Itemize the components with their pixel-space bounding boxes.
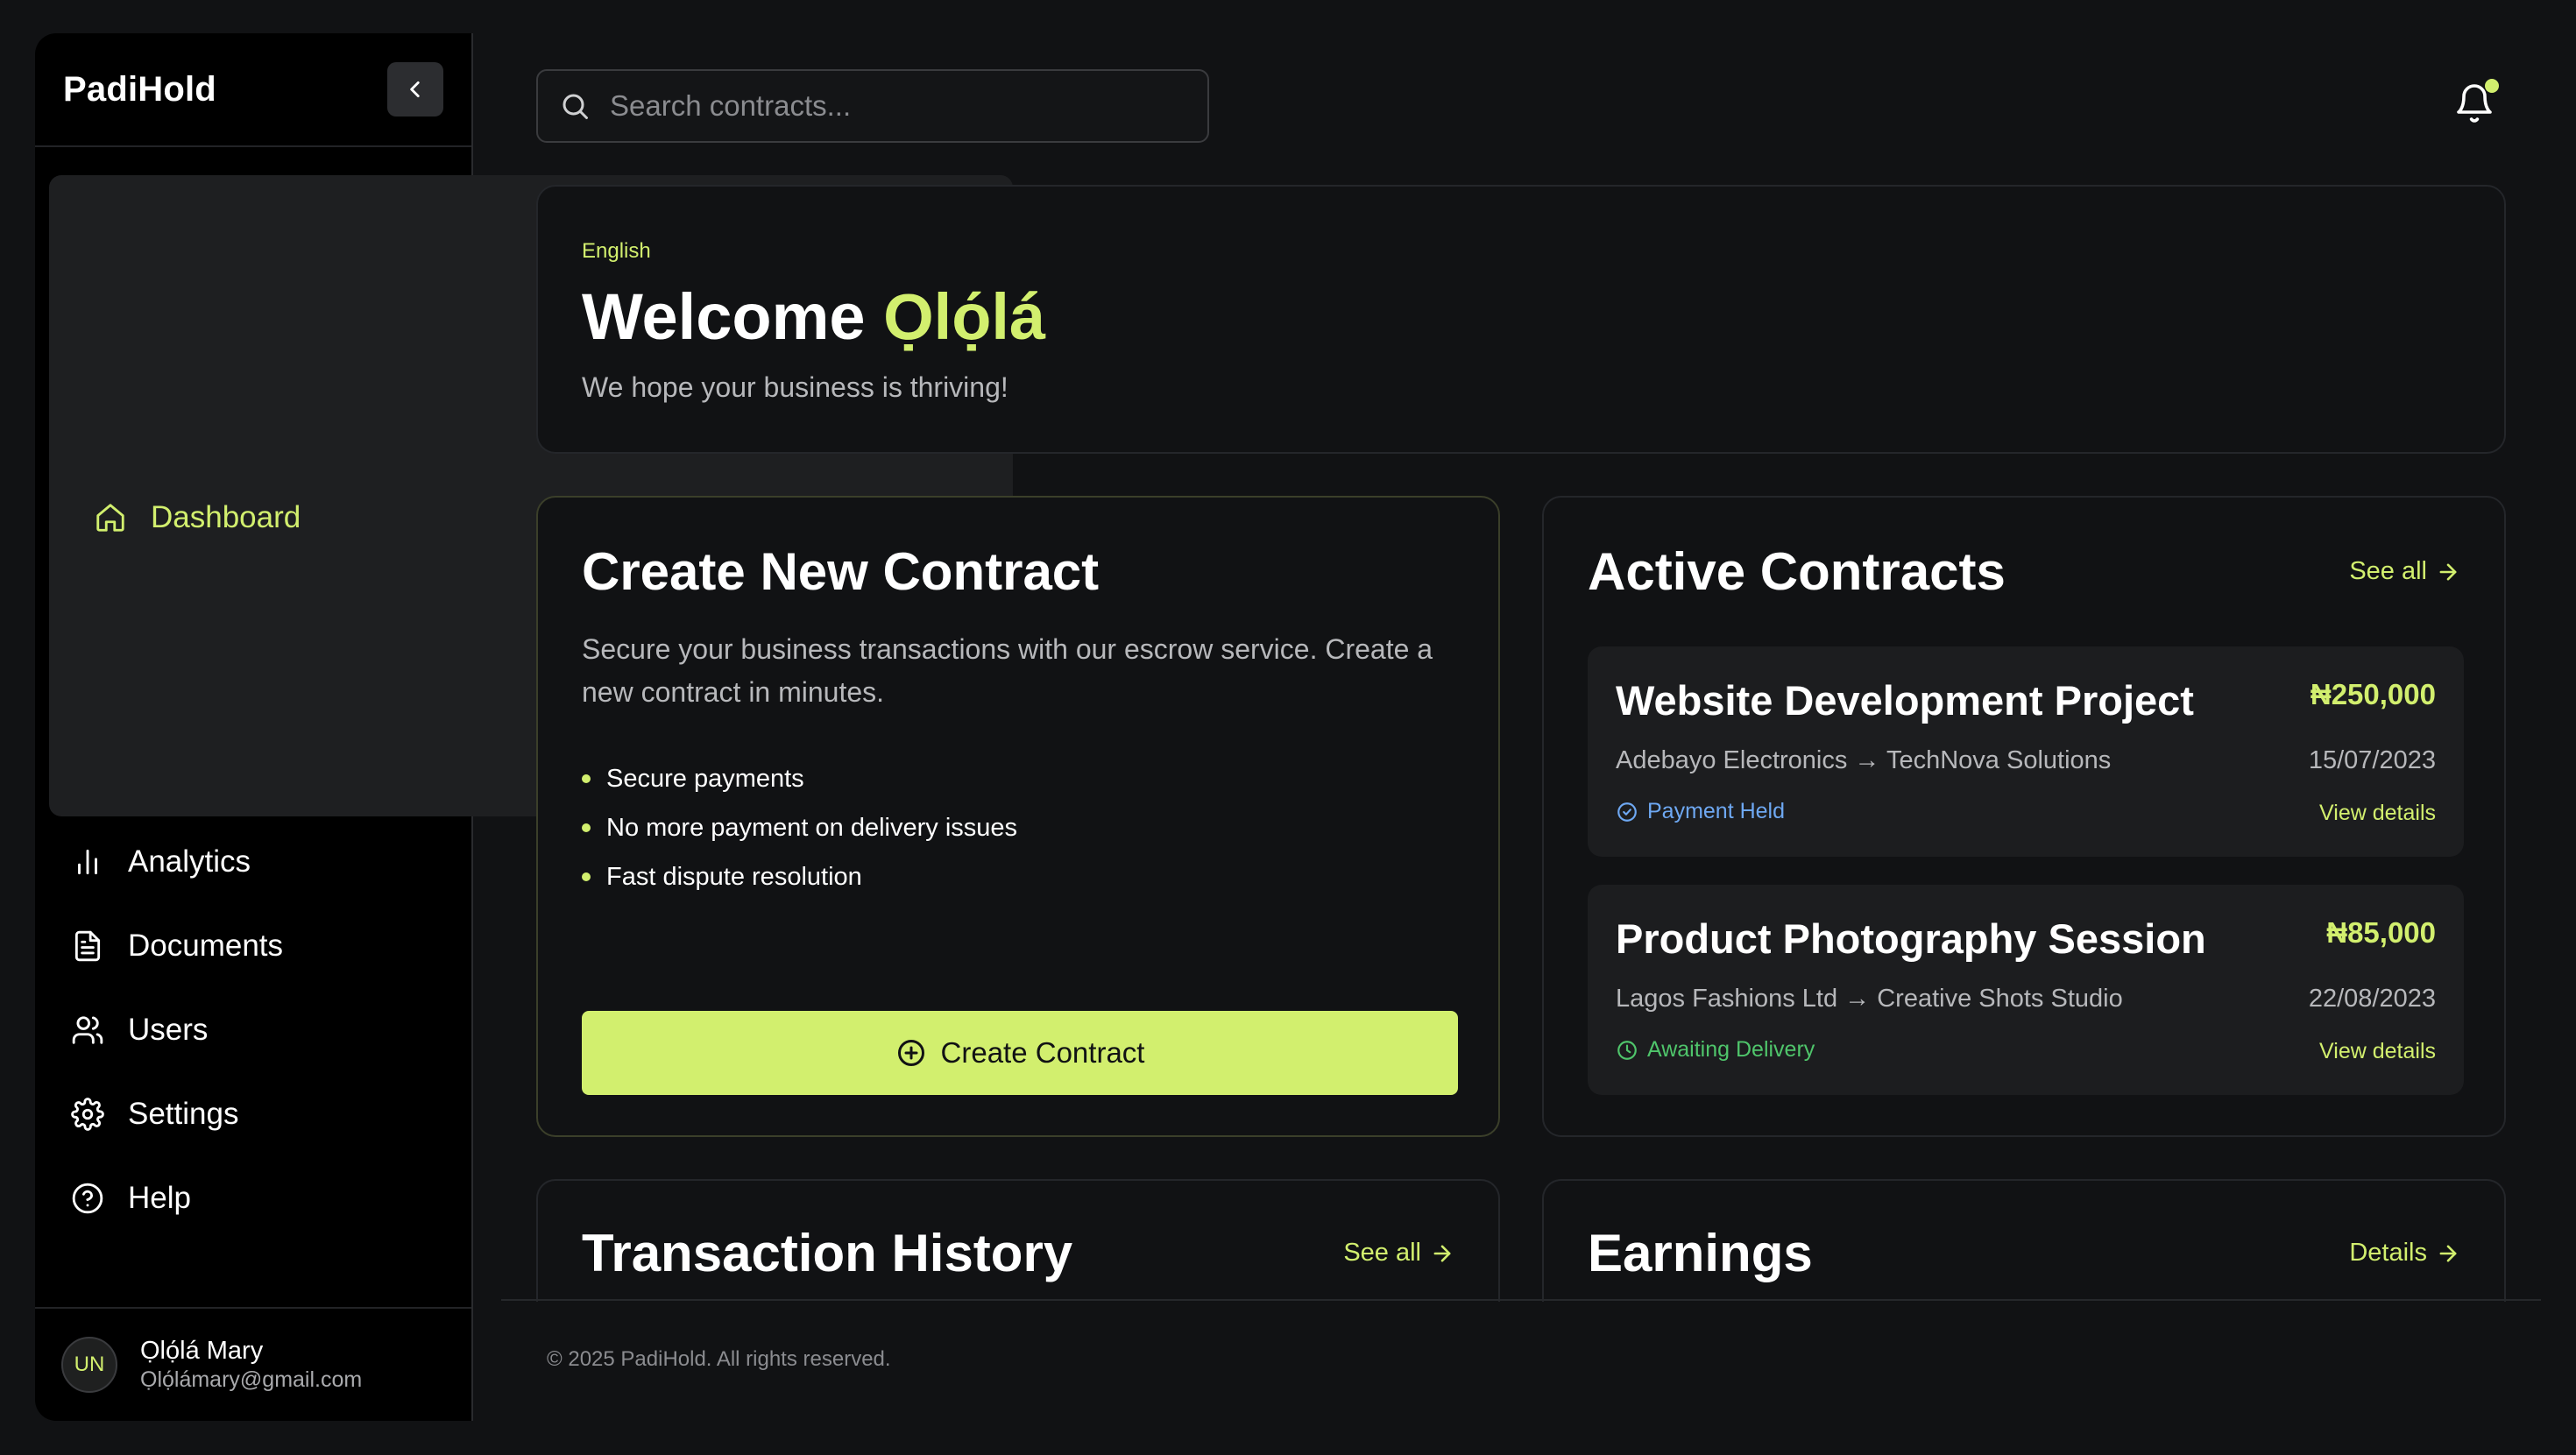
list-item: Fast dispute resolution [582,852,1454,901]
gear-icon [70,1097,105,1132]
create-contract-title: Create New Contract [582,542,1100,601]
view-details-link[interactable]: View details [2319,801,2436,826]
contract-amount: ₦250,000 [2310,678,2436,710]
feature-text: Secure payments [606,764,804,793]
active-contracts-card: Active Contracts See all Website Develop… [1542,496,2506,1137]
arrow-right-icon [2439,1245,2457,1261]
earnings-card: Earnings Details [1542,1179,2506,1302]
users-icon [70,1013,105,1048]
see-all-label: See all [2349,557,2427,585]
sidebar-item-analytics[interactable]: Analytics [49,823,457,901]
bullet-dot [582,872,591,881]
sidebar-item-settings[interactable]: Settings [49,1076,457,1153]
create-contract-card: Create New Contract Secure your business… [536,496,1500,1137]
contract-date: 22/08/2023 [2308,985,2436,1013]
collapse-sidebar-button[interactable] [387,62,443,117]
details-label: Details [2349,1239,2427,1267]
bullet-dot [582,823,591,832]
sidebar-item-label: Help [128,1181,191,1215]
sidebar-item-label: Analytics [128,844,251,879]
notifications-button[interactable] [2453,79,2499,128]
earnings-title: Earnings [1588,1224,1813,1282]
avatar: UN [61,1337,117,1393]
status-badge: Payment Held [1616,799,1785,824]
active-contracts-title: Active Contracts [1588,542,2006,601]
see-all-contracts-link[interactable]: See all [2349,557,2460,586]
search-icon [563,94,588,119]
welcome-card: English Welcome Ọlọ́lá We hope your busi… [536,185,2506,454]
feature-text: Fast dispute resolution [606,862,862,891]
notification-dot [2485,79,2499,93]
user-name: Ọlọ́lá Mary [140,1337,264,1365]
feature-text: No more payment on delivery issues [606,813,1018,842]
view-details-link[interactable]: View details [2319,1039,2436,1064]
sidebar-header: PadiHold [35,33,471,147]
welcome-subtitle: We hope your business is thriving! [582,371,1008,403]
see-all-transactions-link[interactable]: See all [1343,1239,1454,1268]
chevron-left-icon [410,81,420,97]
sidebar-item-label: Settings [128,1097,239,1131]
sidebar-item-documents[interactable]: Documents [49,908,457,985]
sidebar-item-label: Dashboard [151,500,301,534]
footer-divider [501,1299,2541,1301]
welcome-name: Ọlọ́lá [883,280,1046,353]
home-icon [93,500,128,535]
bullet-dot [582,774,591,783]
arrow-right-icon [2439,563,2457,580]
brand-logo[interactable]: PadiHold [63,70,216,109]
contract-title: Website Development Project [1616,677,2194,724]
welcome-greeting: Welcome [582,280,866,353]
language-label[interactable]: English [582,239,2504,264]
check-circle-icon [1617,802,1637,822]
status-badge: Awaiting Delivery [1616,1037,1815,1063]
sidebar-item-help[interactable]: Help [49,1160,457,1237]
list-item: No more payment on delivery issues [582,803,1454,852]
sidebar: PadiHold Dashboard Analytics Documents U… [35,33,1013,1421]
sidebar-item-users[interactable]: Users [49,992,457,1069]
contract-amount: ₦85,000 [2326,916,2436,949]
user-profile[interactable]: UN Ọlọ́lá Mary Ọlọ́lámary@gmail.com [35,1307,471,1421]
create-contract-button-label: Create Contract [940,1036,1145,1069]
bar-chart-icon [70,844,105,879]
welcome-title: Welcome Ọlọ́lá [582,279,2504,354]
sidebar-item-label: Users [128,1013,209,1047]
create-contract-button[interactable]: Create Contract [582,1011,1458,1095]
list-item: Secure payments [582,754,1454,803]
contract-date: 15/07/2023 [2308,746,2436,774]
contract-parties: Lagos Fashions Ltd → Creative Shots Stud… [1616,985,2123,1013]
contract-parties: Adebayo Electronics → TechNova Solutions [1616,746,2112,774]
user-info: Ọlọ́lá Mary Ọlọ́lámary@gmail.com [140,1337,362,1393]
search-input[interactable] [610,89,1171,123]
clock-icon [1617,1040,1637,1060]
sidebar-nav: Dashboard Analytics Documents Users Sett… [35,147,1013,1237]
see-all-label: See all [1343,1239,1421,1267]
user-email: Ọlọ́lámary@gmail.com [140,1367,363,1392]
contract-item[interactable]: Product Photography Session ₦85,000 Lago… [1588,885,2464,1095]
contract-title: Product Photography Session [1616,915,2206,962]
contract-item[interactable]: Website Development Project ₦250,000 Ade… [1588,646,2464,857]
status-text: Payment Held [1647,799,1786,823]
transaction-history-card: Transaction History See all [536,1179,1500,1302]
create-contract-description: Secure your business transactions with o… [582,633,1433,708]
document-icon [70,929,105,964]
search-bar [536,69,1209,143]
copyright-text: © 2025 PadiHold. All rights reserved. [547,1347,891,1371]
arrow-right-icon [1433,1245,1451,1261]
plus-circle-icon [897,1040,924,1066]
earnings-details-link[interactable]: Details [2349,1239,2460,1268]
transaction-history-title: Transaction History [582,1224,1073,1282]
status-text: Awaiting Delivery [1647,1037,1815,1062]
sidebar-item-label: Documents [128,929,284,963]
feature-list: Secure payments No more payment on deliv… [582,754,1454,901]
help-circle-icon [70,1181,105,1216]
